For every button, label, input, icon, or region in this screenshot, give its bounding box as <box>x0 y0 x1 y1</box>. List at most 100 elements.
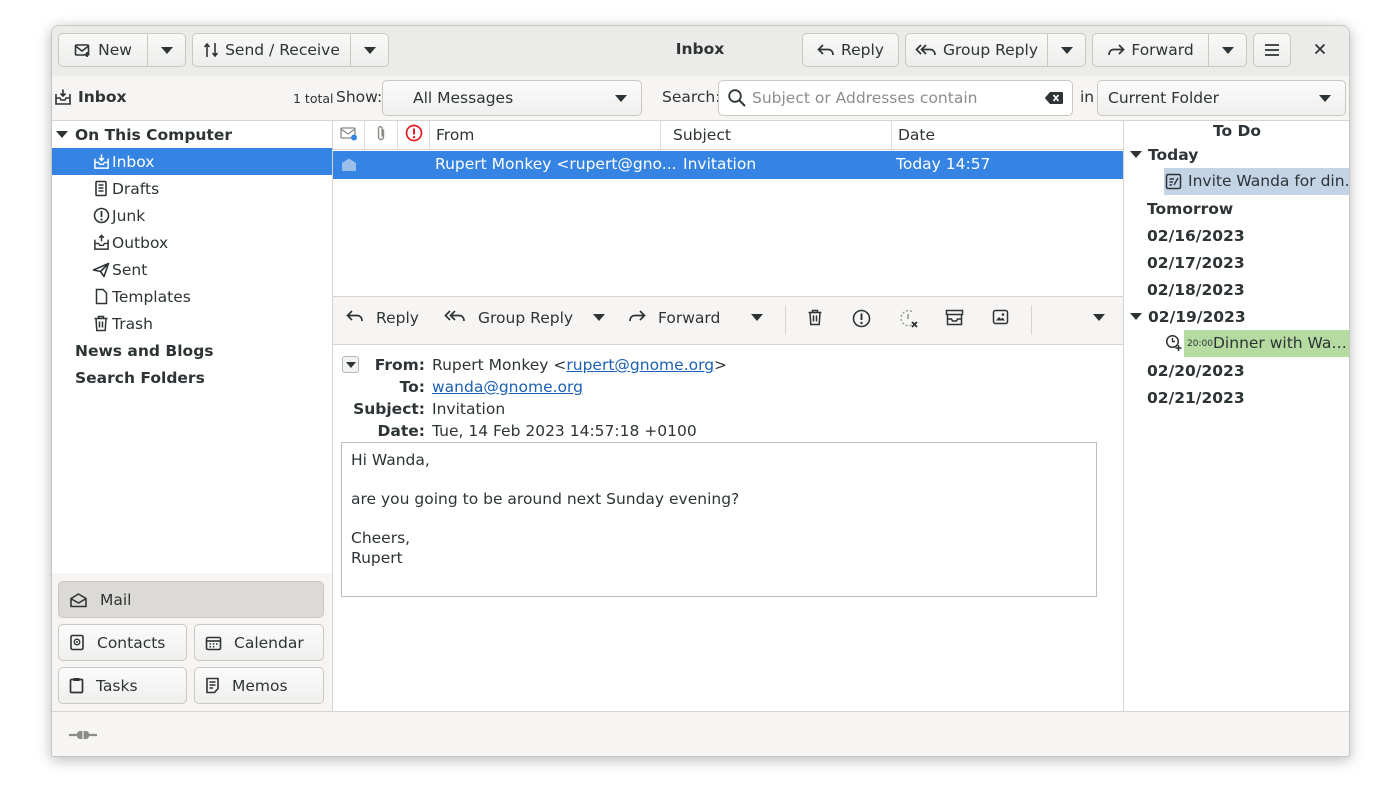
appointment-icon <box>1165 334 1183 356</box>
group-label: 02/17/2023 <box>1147 253 1245 272</box>
todo-group-date[interactable]: 02/17/2023 <box>1124 249 1349 276</box>
todo-group-today[interactable]: Today <box>1124 141 1349 168</box>
forward-icon <box>1107 43 1126 57</box>
chevron-down-icon <box>1093 314 1105 321</box>
account-on-this-computer[interactable]: On This Computer <box>52 121 332 148</box>
todo-event-item[interactable]: 20:00 Dinner with Wa… <box>1124 330 1349 357</box>
new-button[interactable]: New <box>58 33 148 67</box>
online-status-icon[interactable] <box>68 728 98 746</box>
headerbar: New Send / Receive Inbox Reply Group Rep… <box>52 26 1349 77</box>
expander-icon <box>56 131 68 138</box>
chevron-down-icon <box>160 46 173 54</box>
folder-name: Inbox <box>78 88 127 106</box>
filter-bar: Inbox 1 total Show: All Messages Search:… <box>52 76 1349 121</box>
todo-task-item[interactable]: Invite Wanda for din… <box>1124 168 1350 195</box>
sidebar-item-inbox[interactable]: Inbox <box>52 148 332 175</box>
body-line: are you going to be around next Sunday e… <box>351 490 740 508</box>
todo-group-date[interactable]: 02/20/2023 <box>1124 357 1349 384</box>
evolution-window: New Send / Receive Inbox Reply Group Rep… <box>51 25 1350 757</box>
new-menu-button[interactable] <box>148 33 186 67</box>
close-button[interactable] <box>1309 39 1331 61</box>
switcher-mail-button[interactable]: Mail <box>58 581 324 618</box>
preview-overflow-menu[interactable] <box>1093 314 1105 321</box>
status-bar <box>52 711 1349 756</box>
switcher-calendar-button[interactable]: Calendar <box>194 624 324 661</box>
label-text: From: <box>374 356 425 374</box>
todo-group-date-expanded[interactable]: 02/19/2023 <box>1124 303 1349 330</box>
switcher-label: Contacts <box>97 633 166 652</box>
memos-icon <box>205 677 220 694</box>
preview-group-reply-label: Group Reply <box>478 309 574 327</box>
group-reply-menu-button[interactable] <box>1048 33 1086 67</box>
switcher-tasks-button[interactable]: Tasks <box>58 667 187 704</box>
column-important[interactable] <box>398 121 430 150</box>
junk-icon <box>92 207 110 225</box>
group-reply-button[interactable]: Group Reply <box>905 33 1048 67</box>
group-label: Tomorrow <box>1147 199 1234 218</box>
reply-icon <box>817 43 835 57</box>
from-suffix: > <box>714 356 728 374</box>
sidebar-item-sent[interactable]: Sent <box>52 256 332 283</box>
todo-group-date[interactable]: 02/21/2023 <box>1124 384 1349 411</box>
expander-icon <box>1130 151 1142 158</box>
sidebar-item-junk[interactable]: Junk <box>52 202 332 229</box>
sidebar-item-label: Search Folders <box>75 368 205 387</box>
search-scope-combo[interactable]: Current Folder <box>1097 80 1346 116</box>
column-subject[interactable]: Subject <box>661 121 892 150</box>
folder-count: 1 total <box>293 91 334 106</box>
clear-search-icon[interactable] <box>1044 91 1064 109</box>
sidebar-item-label: Sent <box>112 260 148 279</box>
group-label: 02/18/2023 <box>1147 280 1245 299</box>
archive-button[interactable] <box>945 309 964 330</box>
from-email-link[interactable]: rupert@gnome.org <box>566 356 714 374</box>
column-label: Subject <box>673 126 731 144</box>
group-label: 02/19/2023 <box>1148 307 1246 326</box>
todo-group-date[interactable]: 02/18/2023 <box>1124 276 1349 303</box>
switcher-contacts-button[interactable]: Contacts <box>58 624 187 661</box>
search-label: Search: <box>662 88 721 106</box>
column-attachment[interactable] <box>365 121 398 150</box>
header-subject-value: Invitation <box>432 400 506 418</box>
column-date[interactable]: Date <box>892 121 1123 150</box>
search-input[interactable]: Subject or Addresses contain <box>718 80 1073 116</box>
archive-icon <box>945 309 964 330</box>
sidebar-item-drafts[interactable]: Drafts <box>52 175 332 202</box>
sidebar-item-label: News and Blogs <box>75 341 214 360</box>
forward-button[interactable]: Forward <box>1092 33 1209 67</box>
task-title: Invite Wanda for din… <box>1188 172 1350 190</box>
preview-reply-button[interactable]: Reply <box>346 309 419 327</box>
preview-group-reply-menu[interactable] <box>593 314 605 321</box>
column-from[interactable]: From <box>430 121 661 150</box>
preview-group-reply-button[interactable]: Group Reply <box>444 309 573 327</box>
sidebar-item-news-and-blogs[interactable]: News and Blogs <box>52 337 332 364</box>
main-menu-button[interactable] <box>1253 33 1291 67</box>
preview-forward-menu[interactable] <box>751 314 763 321</box>
chevron-down-icon <box>751 314 763 321</box>
delete-button[interactable] <box>807 309 823 330</box>
switcher-memos-button[interactable]: Memos <box>194 667 324 704</box>
send-receive-menu-button[interactable] <box>351 33 389 67</box>
send-receive-button[interactable]: Send / Receive <box>192 33 351 67</box>
forward-menu-button[interactable] <box>1209 33 1247 67</box>
switcher-label: Mail <box>100 590 132 609</box>
todo-group-date[interactable]: 02/16/2023 <box>1124 222 1349 249</box>
reply-button[interactable]: Reply <box>802 33 899 67</box>
sidebar-item-search-folders[interactable]: Search Folders <box>52 364 332 391</box>
load-images-button[interactable] <box>992 309 1009 329</box>
mark-as-junk-button[interactable] <box>852 309 871 332</box>
show-filter-combo[interactable]: All Messages <box>382 80 642 116</box>
to-email-link[interactable]: wanda@gnome.org <box>432 378 583 396</box>
column-label: Date <box>898 126 936 144</box>
sidebar-item-templates[interactable]: Templates <box>52 283 332 310</box>
hamburger-menu-icon <box>1264 43 1280 57</box>
mark-not-junk-button[interactable] <box>899 309 919 332</box>
sidebar-item-trash[interactable]: Trash <box>52 310 332 337</box>
sidebar-item-outbox[interactable]: Outbox <box>52 229 332 256</box>
toolbar-separator <box>1031 305 1032 335</box>
table-row[interactable]: Rupert Monkey <rupert@gno... Invitation … <box>333 151 1123 179</box>
todo-group-tomorrow[interactable]: Tomorrow <box>1124 195 1349 222</box>
tasks-icon <box>69 677 84 694</box>
preview-forward-button[interactable]: Forward <box>628 309 720 327</box>
message-from: Rupert Monkey <rupert@gno... <box>435 155 677 173</box>
column-status[interactable] <box>333 121 365 150</box>
